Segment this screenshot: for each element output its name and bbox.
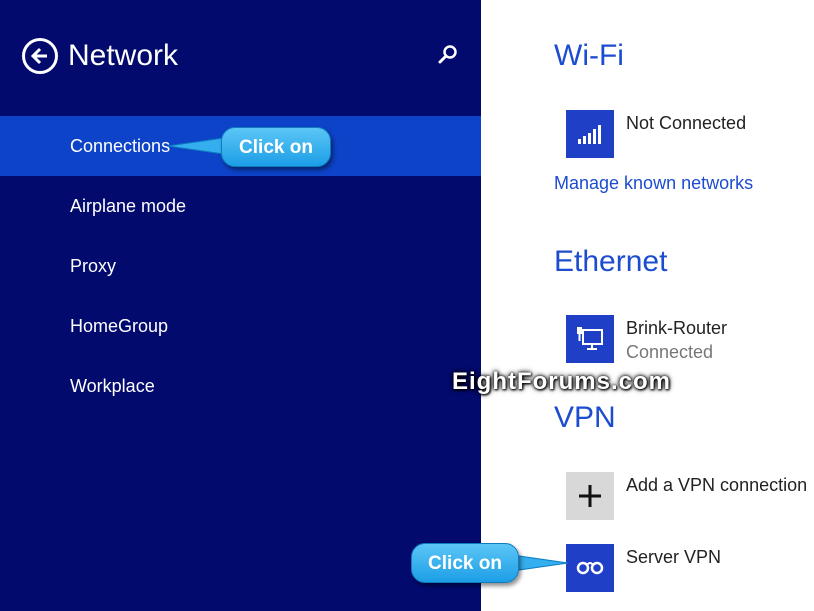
wifi-signal-icon bbox=[578, 125, 601, 144]
back-arrow-icon bbox=[30, 47, 47, 65]
right-pane bbox=[481, 0, 814, 611]
wifi-heading: Wi-Fi bbox=[554, 39, 624, 72]
callout-click-on-1: Click on bbox=[221, 127, 331, 167]
callout-click-on-2: Click on bbox=[411, 543, 519, 583]
nav-item-workplace[interactable]: Workplace bbox=[0, 356, 481, 416]
nav-item-label: Proxy bbox=[70, 256, 117, 276]
wifi-network-tile[interactable] bbox=[566, 110, 614, 158]
page-title: Network bbox=[68, 39, 179, 72]
wifi-network-status[interactable]: Not Connected bbox=[626, 112, 746, 134]
nav-item-airplane-mode[interactable]: Airplane mode bbox=[0, 176, 481, 236]
add-vpn-tile[interactable] bbox=[566, 472, 614, 520]
left-pane: Network Connections Airplane mode Proxy … bbox=[0, 0, 481, 611]
ethernet-network-status: Connected bbox=[626, 342, 714, 362]
server-vpn-label[interactable]: Server VPN bbox=[626, 546, 721, 568]
server-vpn-tile[interactable] bbox=[566, 544, 614, 592]
plus-icon bbox=[579, 485, 601, 507]
nav-item-label: Airplane mode bbox=[70, 196, 187, 216]
ethernet-network-tile[interactable] bbox=[566, 315, 614, 363]
ethernet-network-name[interactable]: Brink-Router bbox=[626, 317, 727, 339]
nav-item-label: HomeGroup bbox=[70, 316, 169, 336]
callout-pointer-2 bbox=[511, 554, 569, 572]
nav-item-label: Connections bbox=[70, 136, 171, 156]
back-button[interactable] bbox=[22, 38, 58, 74]
nav-item-label: Workplace bbox=[70, 376, 155, 396]
vpn-icon bbox=[576, 561, 604, 575]
ethernet-heading: Ethernet bbox=[554, 245, 668, 278]
nav-item-proxy[interactable]: Proxy bbox=[0, 236, 481, 296]
nav-item-homegroup[interactable]: HomeGroup bbox=[0, 296, 481, 356]
callout-pointer-1 bbox=[168, 137, 225, 155]
manage-known-networks-link[interactable]: Manage known networks bbox=[554, 172, 753, 194]
search-icon bbox=[438, 45, 457, 64]
ethernet-icon bbox=[577, 327, 603, 350]
vpn-heading: VPN bbox=[554, 401, 616, 434]
add-vpn-connection-label[interactable]: Add a VPN connection bbox=[626, 474, 807, 496]
search-button[interactable] bbox=[437, 44, 459, 66]
watermark: EightForums.com bbox=[452, 368, 672, 395]
